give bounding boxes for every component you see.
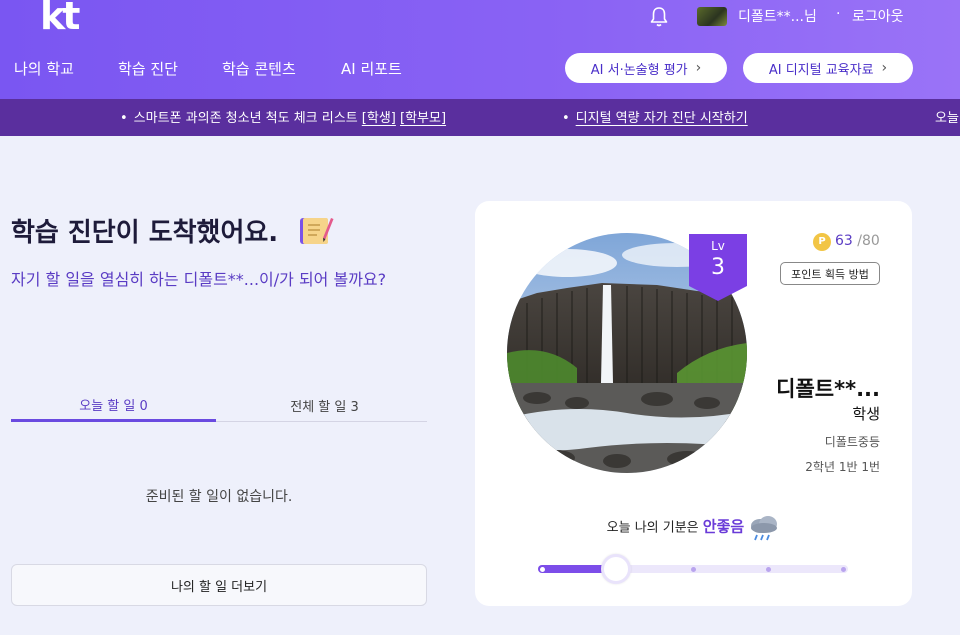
- mood-slider-step[interactable]: [765, 567, 771, 572]
- mood-value: 안좋음: [702, 517, 745, 536]
- profile-class: 2학년 1반 1번: [805, 460, 880, 474]
- student-link[interactable]: [학생]: [362, 111, 396, 126]
- avatar[interactable]: [697, 7, 727, 26]
- profile-name: 디폴트**...: [776, 377, 880, 401]
- ticker-item[interactable]: 오늘: [935, 107, 959, 126]
- profile-card: Lv 3 P 63 /80 포인트 획득 방법 디폴트**... 학생 디폴트중…: [475, 201, 912, 606]
- todo-tabs: 오늘 할 일 0 전체 할 일 3: [11, 389, 427, 422]
- chevron-right-icon: ›: [881, 60, 888, 76]
- button-label: AI 서·논술형 평가: [590, 62, 688, 78]
- bell-icon[interactable]: [647, 5, 671, 29]
- points-howto-button[interactable]: 포인트 획득 방법: [780, 262, 880, 285]
- page-subtitle: 자기 할 일을 열심히 하는 디폴트**...이/가 되어 볼까요?: [11, 270, 387, 289]
- ai-digital-materials-button[interactable]: AI 디지털 교육자료 ›: [743, 53, 913, 83]
- nav-learning-contents[interactable]: 학습 콘텐츠: [222, 58, 296, 79]
- kt-logo[interactable]: kt: [40, 0, 80, 38]
- level-value: 3: [711, 255, 725, 280]
- page-title: 학습 진단이 도착했어요.: [11, 218, 279, 248]
- tab-today-todo[interactable]: 오늘 할 일 0: [11, 389, 216, 422]
- logout-link[interactable]: 로그아웃: [852, 6, 904, 26]
- mood-prefix: 오늘 나의 기분은: [606, 520, 699, 536]
- points-readout: 63 /80: [835, 233, 880, 249]
- notebook-icon: [300, 218, 334, 244]
- nav-ai-report[interactable]: AI 리포트: [341, 58, 402, 79]
- empty-message: 준비된 할 일이 없습니다.: [145, 489, 293, 505]
- more-todo-button[interactable]: 나의 할 일 더보기: [11, 564, 427, 606]
- button-label: AI 디지털 교육자료: [768, 62, 874, 78]
- chevron-right-icon: ›: [695, 60, 702, 76]
- notice-ticker: • 스마트폰 과의존 청소년 척도 체크 리스트 [학생] [학부모] • 디지털 …: [0, 99, 960, 136]
- mood-slider-handle[interactable]: [601, 554, 631, 584]
- profile-role: 학생: [852, 405, 880, 423]
- header: kt 디폴트**...님 · 로그아웃 나의 학교 학습 진단 학습 콘텐츠 A…: [0, 0, 960, 99]
- nav-my-school[interactable]: 나의 학교: [14, 58, 74, 79]
- level-label: Lv: [711, 239, 725, 253]
- mood-line: 오늘 나의 기분은 안좋음: [475, 513, 912, 543]
- ai-essay-evaluation-button[interactable]: AI 서·논술형 평가 ›: [565, 53, 727, 83]
- profile-school: 디폴트중등: [824, 435, 880, 449]
- parent-link[interactable]: [학부모]: [400, 111, 446, 126]
- ticker-item[interactable]: • 스마트폰 과의존 청소년 척도 체크 리스트 [학생] [학부모]: [120, 107, 446, 126]
- point-coin-icon: P: [813, 233, 831, 251]
- mood-slider-step[interactable]: [841, 567, 846, 572]
- mood-slider-step[interactable]: [690, 567, 696, 572]
- mood-slider-step[interactable]: [540, 567, 545, 572]
- user-name[interactable]: 디폴트**...님: [738, 6, 817, 26]
- rain-cloud-icon: [751, 516, 778, 541]
- nav-learning-diagnosis[interactable]: 학습 진단: [118, 58, 178, 79]
- ticker-item[interactable]: • 디지털 역량 자가 진단 시작하기: [562, 107, 748, 126]
- separator: ·: [836, 6, 841, 22]
- tab-all-todo[interactable]: 전체 할 일 3: [222, 389, 427, 422]
